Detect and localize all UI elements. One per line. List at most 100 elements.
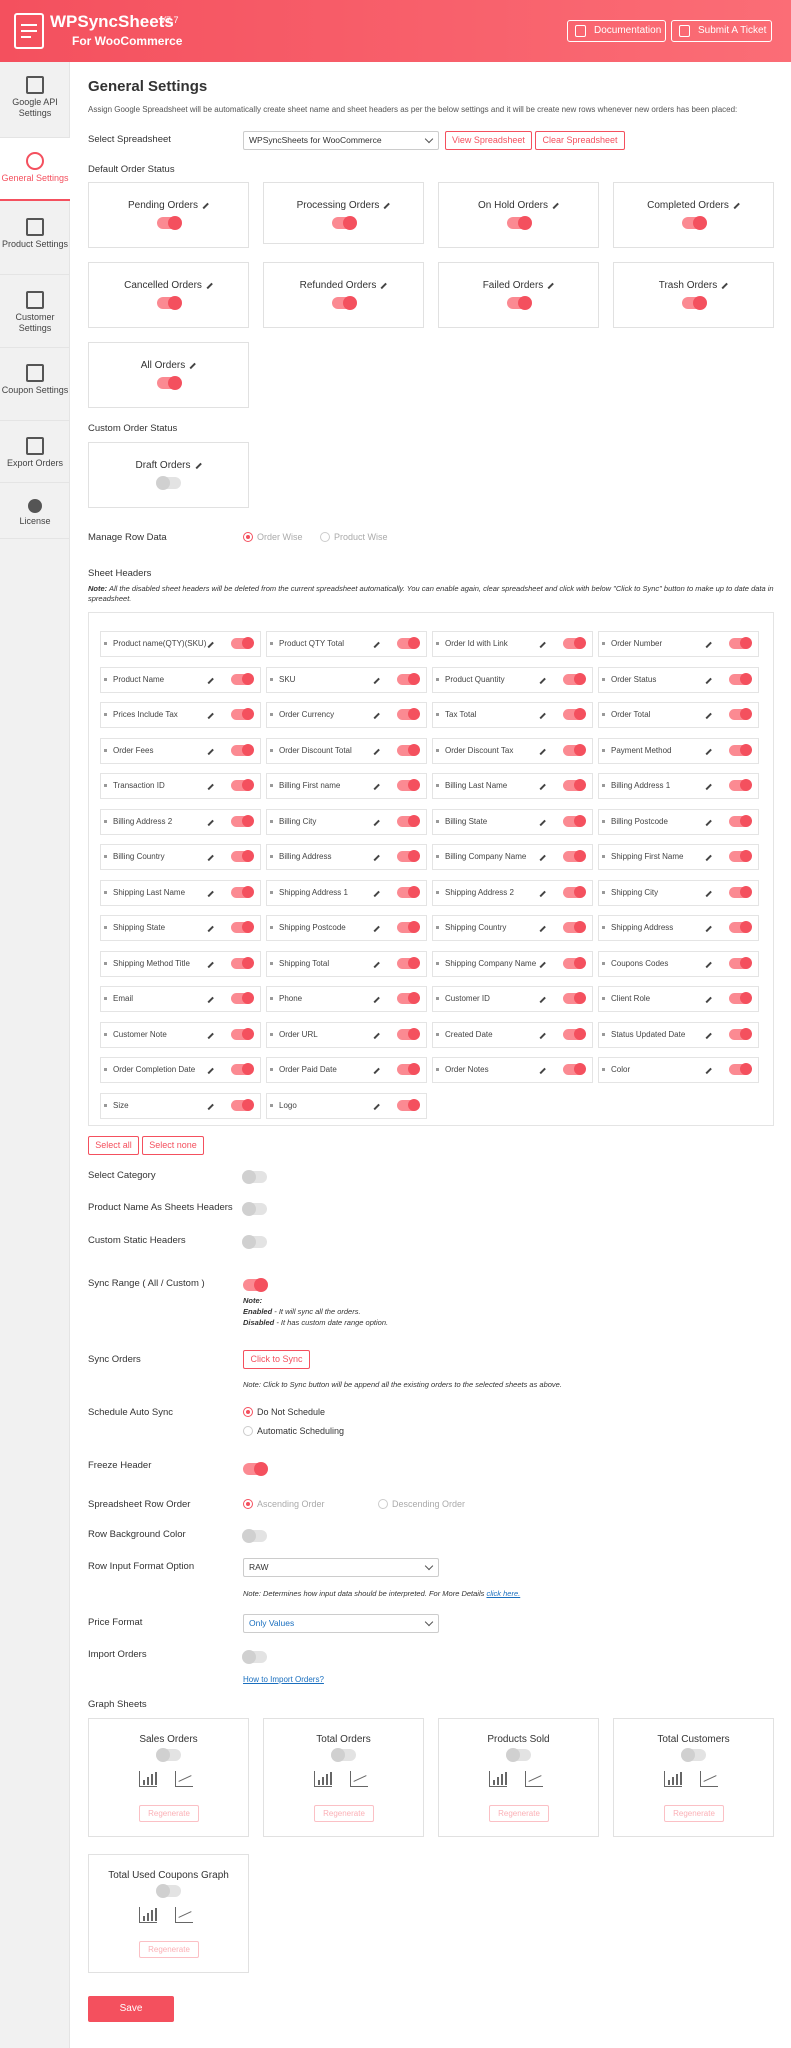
line-chart-icon[interactable] [175, 1907, 193, 1923]
edit-pencil-icon[interactable] [383, 202, 390, 209]
sheet-header-item[interactable]: Shipping First Name [598, 844, 759, 870]
sheet-header-item[interactable]: Order Fees [100, 737, 261, 764]
drag-handle-icon[interactable] [104, 819, 107, 823]
drag-handle-icon[interactable] [270, 890, 273, 894]
edit-pencil-icon[interactable] [207, 854, 214, 861]
sheet-header-item[interactable]: Order Completion Date [100, 1057, 261, 1083]
drag-handle-icon[interactable] [270, 784, 273, 787]
sheet-header-toggle[interactable] [563, 992, 586, 1004]
sheet-header-toggle[interactable] [729, 743, 752, 756]
sheet-header-toggle[interactable] [563, 743, 586, 756]
how-to-import-link[interactable]: How to Import Orders? [243, 1675, 324, 1684]
sheet-header-item[interactable]: Billing Address [266, 844, 427, 870]
edit-pencil-icon[interactable] [380, 282, 387, 289]
drag-handle-icon[interactable] [436, 926, 439, 929]
drag-handle-icon[interactable] [436, 855, 439, 858]
sheet-header-toggle[interactable] [397, 921, 420, 933]
status-toggle[interactable] [331, 296, 357, 310]
drag-handle-icon[interactable] [104, 784, 107, 787]
line-chart-icon[interactable] [350, 1771, 368, 1787]
drag-handle-icon[interactable] [270, 997, 273, 1000]
sheet-header-item[interactable]: Order Currency [266, 702, 427, 728]
status-toggle[interactable] [156, 376, 182, 390]
bar-chart-icon[interactable] [314, 1771, 332, 1787]
edit-pencil-icon[interactable] [207, 1032, 214, 1039]
drag-handle-icon[interactable] [104, 677, 107, 681]
sheet-header-toggle[interactable] [397, 1098, 420, 1111]
sidebar-item-product[interactable]: Product Settings [0, 202, 70, 275]
drag-handle-icon[interactable] [602, 997, 605, 1000]
descending-order-radio[interactable]: Descending Order [378, 1499, 465, 1509]
sheet-header-toggle[interactable] [231, 921, 254, 933]
sheet-header-item[interactable]: Order Discount Total [266, 737, 427, 764]
sheet-header-toggle[interactable] [729, 921, 752, 933]
sheet-header-item[interactable]: Billing Last Name [432, 773, 593, 799]
line-chart-icon[interactable] [175, 1771, 193, 1787]
drag-handle-icon[interactable] [270, 1068, 273, 1071]
edit-pencil-icon[interactable] [207, 748, 214, 755]
drag-handle-icon[interactable] [602, 1068, 605, 1071]
sheet-header-item[interactable]: Transaction ID [100, 773, 261, 799]
drag-handle-icon[interactable] [104, 748, 107, 752]
sheet-header-toggle[interactable] [563, 921, 586, 933]
drag-handle-icon[interactable] [270, 819, 273, 823]
edit-pencil-icon[interactable] [705, 925, 712, 932]
sheet-header-toggle[interactable] [231, 637, 254, 649]
sheet-header-toggle[interactable] [397, 1063, 420, 1075]
edit-pencil-icon[interactable] [207, 641, 214, 648]
sheet-header-item[interactable]: Shipping State [100, 915, 261, 941]
sheet-header-item[interactable]: Billing Country [100, 844, 261, 870]
drag-handle-icon[interactable] [270, 926, 273, 929]
sheet-header-item[interactable]: Created Date [432, 1021, 593, 1048]
graph-toggle[interactable] [330, 1748, 356, 1762]
graph-toggle[interactable] [680, 1748, 706, 1762]
edit-pencil-icon[interactable] [207, 677, 214, 684]
sheet-header-toggle[interactable] [397, 779, 420, 791]
sheet-header-item[interactable]: Order Discount Tax [432, 737, 593, 764]
drag-handle-icon[interactable] [602, 926, 605, 929]
bar-chart-icon[interactable] [489, 1771, 507, 1787]
sheet-header-item[interactable]: Order Id with Link [432, 631, 593, 657]
edit-pencil-icon[interactable] [373, 677, 380, 684]
sheet-header-toggle[interactable] [729, 637, 752, 649]
edit-pencil-icon[interactable] [539, 961, 546, 968]
sheet-header-item[interactable]: Prices Include Tax [100, 702, 261, 728]
edit-pencil-icon[interactable] [207, 1067, 214, 1074]
sheet-header-item[interactable]: Shipping Company Name [432, 950, 593, 977]
sheet-header-toggle[interactable] [563, 850, 586, 862]
price-format-select[interactable]: Only Values [243, 1614, 439, 1633]
edit-pencil-icon[interactable] [207, 996, 214, 1003]
edit-pencil-icon[interactable] [705, 712, 712, 719]
edit-pencil-icon[interactable] [733, 202, 740, 209]
click-to-sync-button[interactable]: Click to Sync [243, 1350, 310, 1369]
drag-handle-icon[interactable] [104, 961, 107, 965]
sheet-header-item[interactable]: Product Quantity [432, 666, 593, 693]
drag-handle-icon[interactable] [602, 748, 605, 752]
edit-pencil-icon[interactable] [705, 996, 712, 1003]
sheet-header-toggle[interactable] [563, 708, 586, 720]
regenerate-button[interactable]: Regenerate [314, 1805, 374, 1822]
drag-handle-icon[interactable] [436, 997, 439, 1000]
sheet-header-toggle[interactable] [729, 956, 752, 969]
drag-handle-icon[interactable] [436, 713, 439, 716]
sidebar-item-general[interactable]: General Settings [0, 138, 70, 201]
edit-pencil-icon[interactable] [373, 819, 380, 826]
sheet-header-item[interactable]: Order Total [598, 702, 759, 728]
sheet-header-toggle[interactable] [397, 956, 420, 969]
sheet-header-item[interactable]: Billing Company Name [432, 844, 593, 870]
drag-handle-icon[interactable] [270, 677, 273, 681]
drag-handle-icon[interactable] [602, 961, 605, 965]
drag-handle-icon[interactable] [602, 890, 605, 894]
drag-handle-icon[interactable] [436, 784, 439, 787]
sheet-header-toggle[interactable] [231, 779, 254, 791]
sheet-header-item[interactable]: Product QTY Total [266, 631, 427, 657]
sheet-header-item[interactable]: Order Number [598, 631, 759, 657]
sheet-header-toggle[interactable] [563, 885, 586, 898]
edit-pencil-icon[interactable] [539, 748, 546, 755]
sheet-header-item[interactable]: Product name(QTY)(SKU) [100, 631, 261, 657]
sidebar-item-coupon[interactable]: Coupon Settings [0, 348, 70, 421]
drag-handle-icon[interactable] [602, 1032, 605, 1036]
drag-handle-icon[interactable] [436, 642, 439, 645]
edit-pencil-icon[interactable] [705, 890, 712, 897]
regenerate-button[interactable]: Regenerate [139, 1805, 199, 1822]
